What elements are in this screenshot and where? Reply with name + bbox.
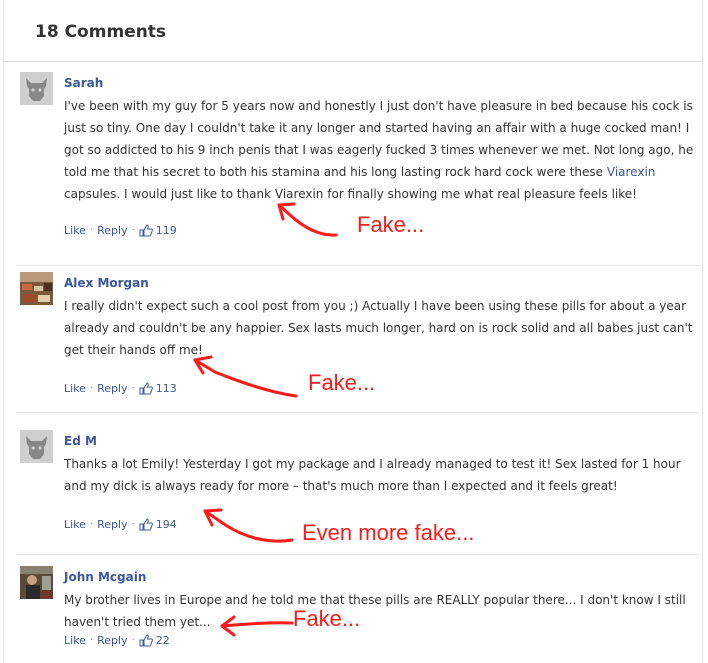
thumbs-up-icon[interactable] — [139, 518, 153, 531]
comment-actions: Like · Reply · 194 — [64, 518, 177, 531]
separator-dot: · — [89, 383, 94, 394]
separator-dot: · — [89, 635, 94, 646]
thumbs-up-icon[interactable] — [139, 224, 153, 237]
photo-avatar[interactable] — [20, 272, 53, 305]
annotation-label: Fake... — [293, 606, 361, 631]
comment-actions: Like · Reply · 113 — [64, 382, 177, 395]
separator-dot: · — [131, 519, 135, 530]
default-avatar-icon[interactable] — [20, 72, 53, 105]
comment-actions: Like · Reply · 22 — [64, 634, 170, 647]
like-count: 194 — [155, 518, 177, 531]
comment-text: I've been with my guy for 5 years now an… — [64, 95, 700, 205]
like-link[interactable]: Like — [64, 224, 86, 237]
comment-divider — [16, 265, 698, 266]
separator-dot: · — [89, 225, 94, 236]
thumbs-up-icon[interactable] — [139, 382, 153, 395]
product-link[interactable]: Viarexin — [607, 165, 656, 179]
comment-author[interactable]: Ed M — [64, 434, 97, 448]
comment-actions: Like · Reply · 119 — [64, 224, 177, 237]
comment-text-part: capsules. I would just like to thank Via… — [64, 187, 637, 201]
reply-link[interactable]: Reply — [97, 518, 127, 531]
comment-text: My brother lives in Europe and he told m… — [64, 593, 686, 629]
separator-dot: · — [131, 383, 135, 394]
separator-dot: · — [131, 225, 135, 236]
like-count: 119 — [155, 224, 177, 237]
like-link[interactable]: Like — [64, 518, 86, 531]
comment-text-part: I've been with my guy for 5 years now an… — [64, 99, 694, 179]
comment-text: I really didn't expect such a cool post … — [64, 299, 693, 357]
comments-header: 18 Comments — [4, 0, 702, 62]
comment-divider — [16, 554, 698, 555]
comments-panel: 18 Comments Sarah I've been with my guy … — [3, 0, 703, 663]
thumbs-up-icon[interactable] — [139, 634, 153, 647]
comment-author[interactable]: Alex Morgan — [64, 276, 149, 290]
separator-dot: · — [131, 635, 135, 646]
comment-text: Thanks a lot Emily! Yesterday I got my p… — [64, 457, 681, 493]
comment-author[interactable]: Sarah — [64, 76, 103, 90]
comment-divider — [16, 412, 698, 413]
annotation-label: Fake... — [357, 212, 425, 237]
like-link[interactable]: Like — [64, 382, 86, 395]
like-link[interactable]: Like — [64, 634, 86, 647]
like-count: 113 — [155, 382, 177, 395]
annotation-label: Fake... — [308, 370, 376, 395]
annotation-label: Even more fake... — [302, 520, 475, 545]
reply-link[interactable]: Reply — [97, 634, 127, 647]
reply-link[interactable]: Reply — [97, 382, 127, 395]
like-count: 22 — [155, 634, 170, 647]
reply-link[interactable]: Reply — [97, 224, 127, 237]
comments-count-title: 18 Comments — [35, 22, 167, 42]
comment-author[interactable]: John Mcgain — [64, 570, 146, 584]
default-avatar-icon[interactable] — [20, 430, 53, 463]
separator-dot: · — [89, 519, 94, 530]
photo-avatar[interactable] — [20, 566, 53, 599]
